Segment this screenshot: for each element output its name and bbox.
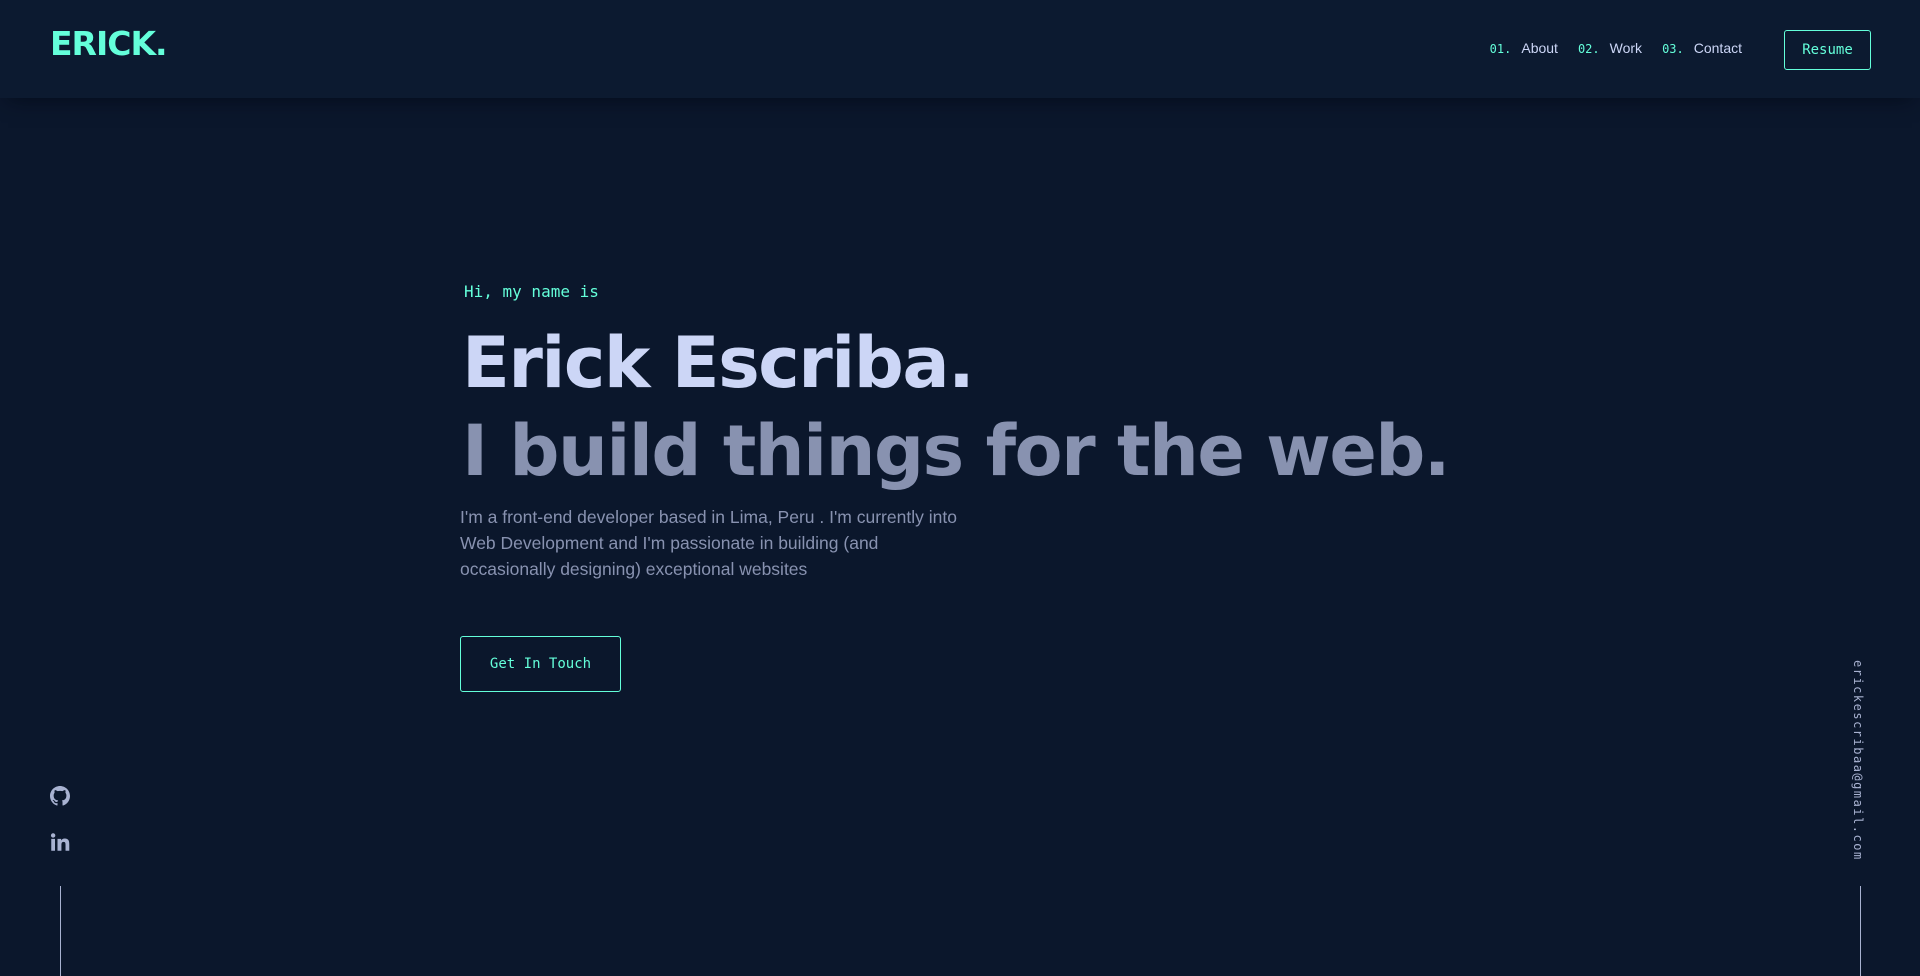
site-logo[interactable]: ERICK. bbox=[50, 24, 168, 63]
main-nav: 01. About 02. Work 03. Contact bbox=[1490, 40, 1742, 56]
hero-description: I'm a front-end developer based in Lima,… bbox=[460, 507, 957, 579]
nav-item-about[interactable]: 01. About bbox=[1490, 40, 1558, 56]
email-link[interactable]: erickescribaa@gmail.com bbox=[1851, 660, 1865, 861]
resume-button[interactable]: Resume bbox=[1784, 30, 1871, 70]
hero-name: Erick Escriba. bbox=[462, 322, 975, 404]
nav-item-label[interactable]: Contact bbox=[1694, 40, 1742, 56]
nav-item-number: 01. bbox=[1489, 42, 1512, 56]
nav-item-number: 03. bbox=[1662, 42, 1684, 56]
left-vertical-line bbox=[60, 886, 61, 976]
hero-tagline: I build things for the web. bbox=[462, 410, 1451, 492]
site-header: ERICK. 01. About 02. Work 03. Contact Re… bbox=[0, 0, 1920, 98]
hero-greeting: Hi, my name is bbox=[464, 282, 599, 301]
nav-item-contact[interactable]: 03. Contact bbox=[1662, 40, 1742, 56]
nav-item-work[interactable]: 02. Work bbox=[1578, 40, 1642, 56]
nav-item-number: 02. bbox=[1577, 42, 1600, 56]
nav-item-label[interactable]: About bbox=[1521, 40, 1558, 56]
github-icon[interactable] bbox=[50, 786, 70, 806]
linkedin-icon[interactable] bbox=[50, 832, 70, 852]
get-in-touch-button[interactable]: Get In Touch bbox=[460, 636, 621, 692]
right-vertical-line bbox=[1860, 886, 1861, 976]
nav-item-label[interactable]: Work bbox=[1610, 40, 1642, 56]
